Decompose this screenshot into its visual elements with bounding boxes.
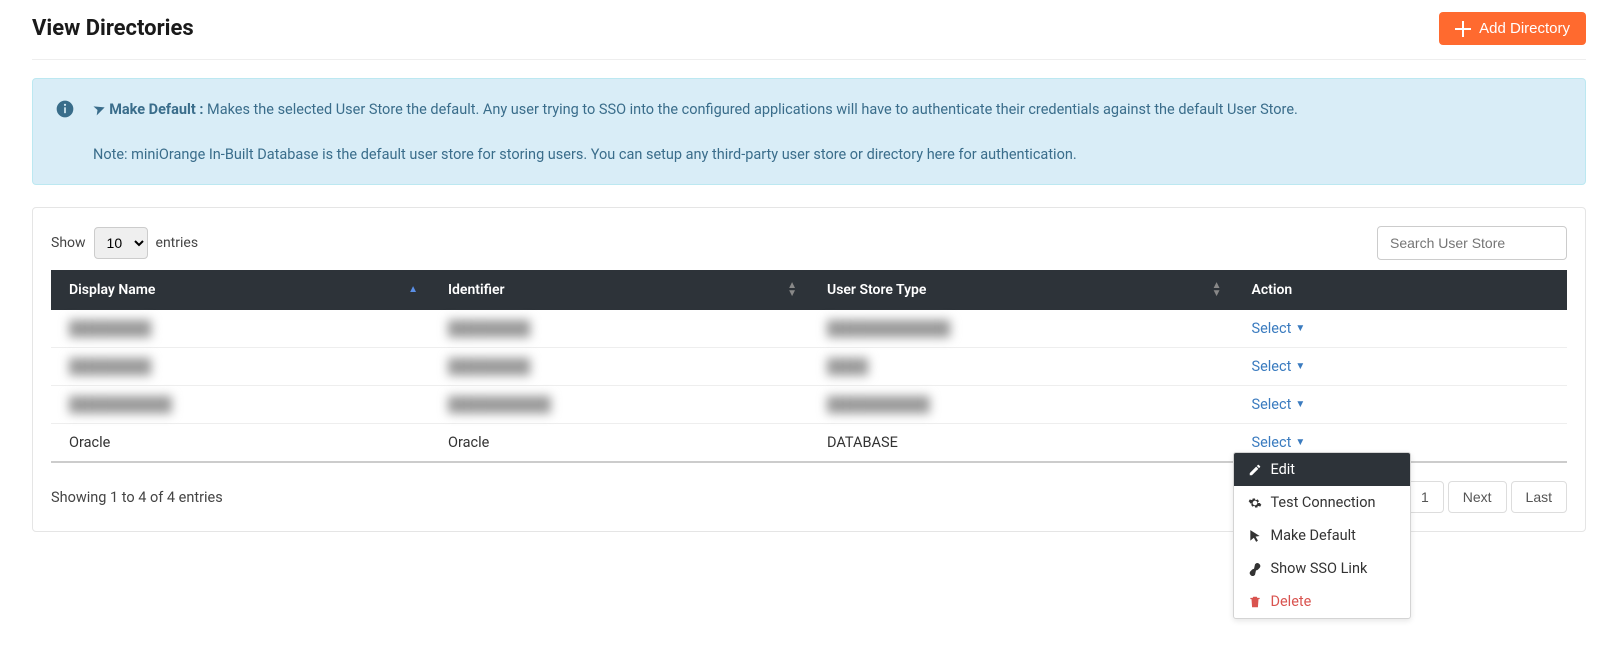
show-label-post: entries: [156, 235, 199, 251]
info-banner: ➤ Make Default : Makes the selected User…: [32, 78, 1586, 185]
directories-card: Show 10 entries Display Name▲ Identifier…: [32, 207, 1586, 532]
caret-down-icon: ▼: [1295, 323, 1305, 334]
add-directory-label: Add Directory: [1479, 20, 1570, 37]
add-directory-button[interactable]: Add Directory: [1439, 12, 1586, 45]
dropdown-make-default[interactable]: Make Default: [1234, 519, 1410, 552]
dropdown-delete[interactable]: Delete: [1234, 585, 1410, 618]
dropdown-test-connection[interactable]: Test Connection: [1234, 486, 1410, 519]
page-number-button[interactable]: 1: [1406, 481, 1444, 513]
info-make-default-line: ➤ Make Default : Makes the selected User…: [93, 97, 1298, 121]
cell-action: Select ▼EditTest ConnectionMake DefaultS…: [1233, 424, 1567, 463]
directories-table: Display Name▲ Identifier▲▼ User Store Ty…: [51, 270, 1567, 463]
info-note: Note: miniOrange In-Built Database is th…: [93, 143, 1298, 166]
col-action: Action: [1233, 270, 1567, 310]
table-row: ████████████████████Select ▼: [51, 348, 1567, 386]
dropdown-show-sso-link[interactable]: Show SSO Link: [1234, 552, 1410, 585]
cell-user-store-type: ██████████: [809, 386, 1233, 424]
table-row: OracleOracleDATABASESelect ▼EditTest Con…: [51, 424, 1567, 463]
cell-display-name: ████████: [51, 348, 430, 386]
cell-action: Select ▼: [1233, 386, 1567, 424]
action-dropdown-menu: EditTest ConnectionMake DefaultShow SSO …: [1233, 452, 1411, 619]
cell-display-name: ██████████: [51, 386, 430, 424]
cell-user-store-type: DATABASE: [809, 424, 1233, 463]
table-row: ██████████████████████████████Select ▼: [51, 386, 1567, 424]
search-input[interactable]: [1377, 226, 1567, 260]
table-row: ████████████████████████████Select ▼: [51, 310, 1567, 348]
cell-identifier: ████████: [430, 348, 809, 386]
caret-down-icon: ▼: [1295, 437, 1305, 448]
edit-icon: [1248, 463, 1262, 477]
col-user-store-type[interactable]: User Store Type▲▼: [809, 270, 1233, 310]
show-label-pre: Show: [51, 235, 86, 251]
show-entries-control: Show 10 entries: [51, 227, 198, 259]
sort-icon: ▲▼: [1212, 282, 1222, 298]
entries-select[interactable]: 10: [94, 227, 148, 259]
cell-action: Select ▼: [1233, 310, 1567, 348]
cell-identifier: ██████████: [430, 386, 809, 424]
info-make-default-text: Makes the selected User Store the defaul…: [203, 101, 1297, 118]
trash-icon: [1248, 595, 1262, 609]
caret-down-icon: ▼: [1295, 361, 1305, 372]
link-icon: [1248, 562, 1262, 576]
cell-display-name: Oracle: [51, 424, 430, 463]
cell-user-store-type: ████: [809, 348, 1233, 386]
cell-identifier: ████████: [430, 310, 809, 348]
select-dropdown-trigger[interactable]: Select ▼: [1251, 434, 1305, 451]
table-footer-info: Showing 1 to 4 of 4 entries: [51, 489, 223, 506]
select-dropdown-trigger[interactable]: Select ▼: [1251, 358, 1305, 375]
sort-icon: ▲▼: [787, 282, 797, 298]
cell-action: Select ▼: [1233, 348, 1567, 386]
info-icon: [55, 99, 75, 166]
cell-identifier: Oracle: [430, 424, 809, 463]
gears-icon: [1248, 496, 1262, 510]
info-make-default-label: Make Default :: [109, 101, 203, 118]
select-dropdown-trigger[interactable]: Select ▼: [1251, 320, 1305, 337]
cursor-icon: [1248, 529, 1262, 543]
caret-down-icon: ▼: [1295, 399, 1305, 410]
cell-user-store-type: ████████████: [809, 310, 1233, 348]
col-identifier[interactable]: Identifier▲▼: [430, 270, 809, 310]
cell-display-name: ████████: [51, 310, 430, 348]
cursor-icon: ➤: [89, 96, 109, 123]
page-last-button[interactable]: Last: [1511, 481, 1567, 513]
dropdown-edit[interactable]: Edit: [1234, 453, 1410, 486]
page-next-button[interactable]: Next: [1448, 481, 1507, 513]
page-title: View Directories: [32, 16, 194, 41]
plus-icon: [1455, 21, 1471, 37]
sort-asc-icon: ▲: [408, 286, 418, 294]
select-dropdown-trigger[interactable]: Select ▼: [1251, 396, 1305, 413]
col-display-name[interactable]: Display Name▲: [51, 270, 430, 310]
